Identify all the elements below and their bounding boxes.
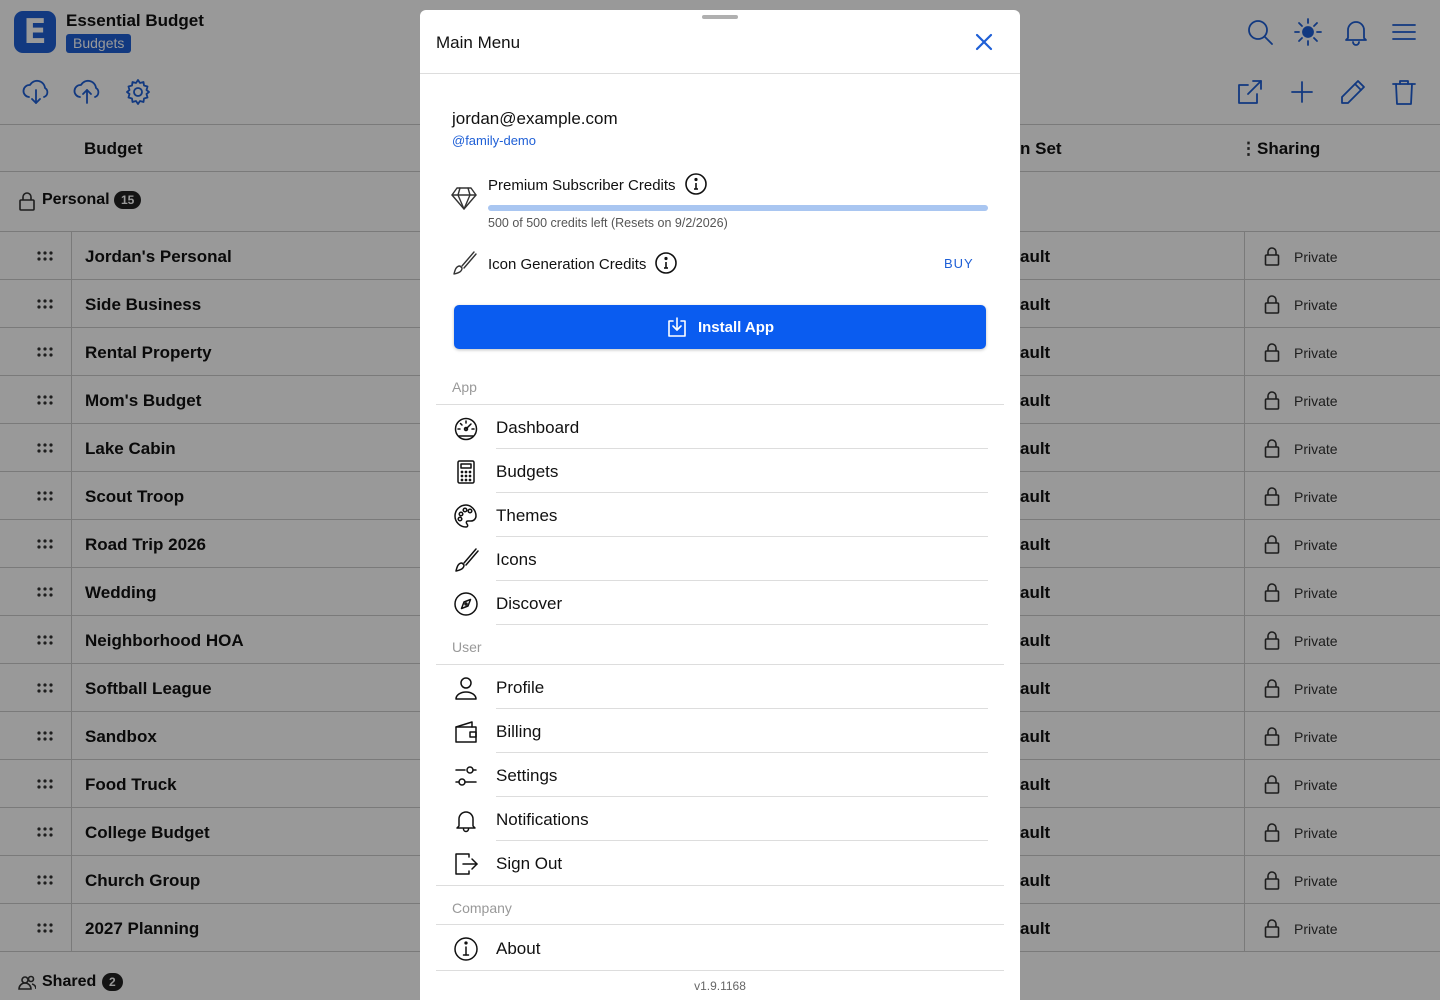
info-icon[interactable] [654,251,678,275]
menu-item-sign-out[interactable]: Sign Out [436,841,1004,885]
menu-item-label: Profile [496,678,545,697]
drag-handle[interactable] [702,15,738,19]
menu-item-billing[interactable]: Billing [436,709,1004,753]
menu-item-settings[interactable]: Settings [436,753,1004,797]
divider [436,970,1004,971]
menu-item-dashboard[interactable]: Dashboard [436,405,1004,449]
menu-item-label: Sign Out [496,854,563,873]
menu-item-label: Icons [496,550,537,569]
menu-item-icons[interactable]: Icons [436,537,1004,581]
app-version: v1.9.1168 [694,979,746,993]
section-app-heading: App [452,379,477,395]
paintbrush-icon [453,547,479,573]
menu-item-label: About [496,939,541,958]
sheet-title: Main Menu [436,33,521,52]
palette-icon [453,503,479,529]
buy-credits-button[interactable]: BUY [944,256,974,271]
sign-out-icon [453,851,479,877]
menu-item-label: Notifications [496,810,589,829]
divider [496,624,988,625]
calculator-icon [453,459,479,485]
icon-credits-title: Icon Generation Credits [488,256,647,273]
menu-item-label: Budgets [496,462,559,481]
install-app-button[interactable]: Install App [454,305,986,349]
info-icon[interactable] [684,172,708,196]
user-handle[interactable]: @family-demo [452,133,536,148]
menu-item-label: Themes [496,506,558,525]
menu-item-notifications[interactable]: Notifications [436,797,1004,841]
wallet-icon [453,719,479,745]
diamond-icon [450,184,478,212]
download-box-icon [668,317,686,337]
section-user-heading: User [452,639,482,655]
section-company-heading: Company [452,900,512,916]
paintbrush-icon [450,249,478,277]
divider [436,885,1004,886]
menu-item-label: Billing [496,722,542,741]
bell-icon [453,807,479,833]
premium-credits-progress [488,205,988,211]
close-icon[interactable] [972,30,996,54]
compass-icon [453,591,479,617]
progress-fill [488,205,988,211]
premium-credits-status: 500 of 500 credits left (Resets on 9/2/2… [488,216,728,230]
menu-item-about[interactable]: About [436,926,1004,970]
divider [436,924,1004,925]
menu-item-budgets[interactable]: Budgets [436,449,1004,493]
sliders-icon [453,763,479,789]
menu-item-profile[interactable]: Profile [436,665,1004,709]
menu-item-label: Settings [496,766,558,785]
user-email: jordan@example.com [452,109,618,128]
premium-credits-title: Premium Subscriber Credits [488,177,676,194]
menu-item-label: Discover [496,594,563,613]
gauge-icon [453,415,479,441]
install-app-label: Install App [697,318,775,336]
person-icon [453,675,479,701]
menu-item-label: Dashboard [496,418,580,437]
menu-item-discover[interactable]: Discover [436,581,1004,625]
main-menu-sheet: Main Menu jordan@example.com @family-dem… [420,10,1020,1000]
info-icon [453,936,479,962]
menu-item-themes[interactable]: Themes [436,493,1004,537]
sheet-header: Main Menu [420,10,1020,74]
